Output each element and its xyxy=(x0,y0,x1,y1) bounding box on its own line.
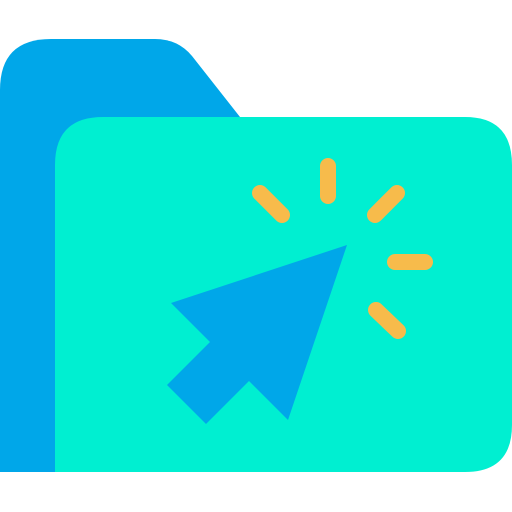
folder-click-icon xyxy=(0,0,512,512)
folder-click-icon-svg xyxy=(0,39,512,472)
